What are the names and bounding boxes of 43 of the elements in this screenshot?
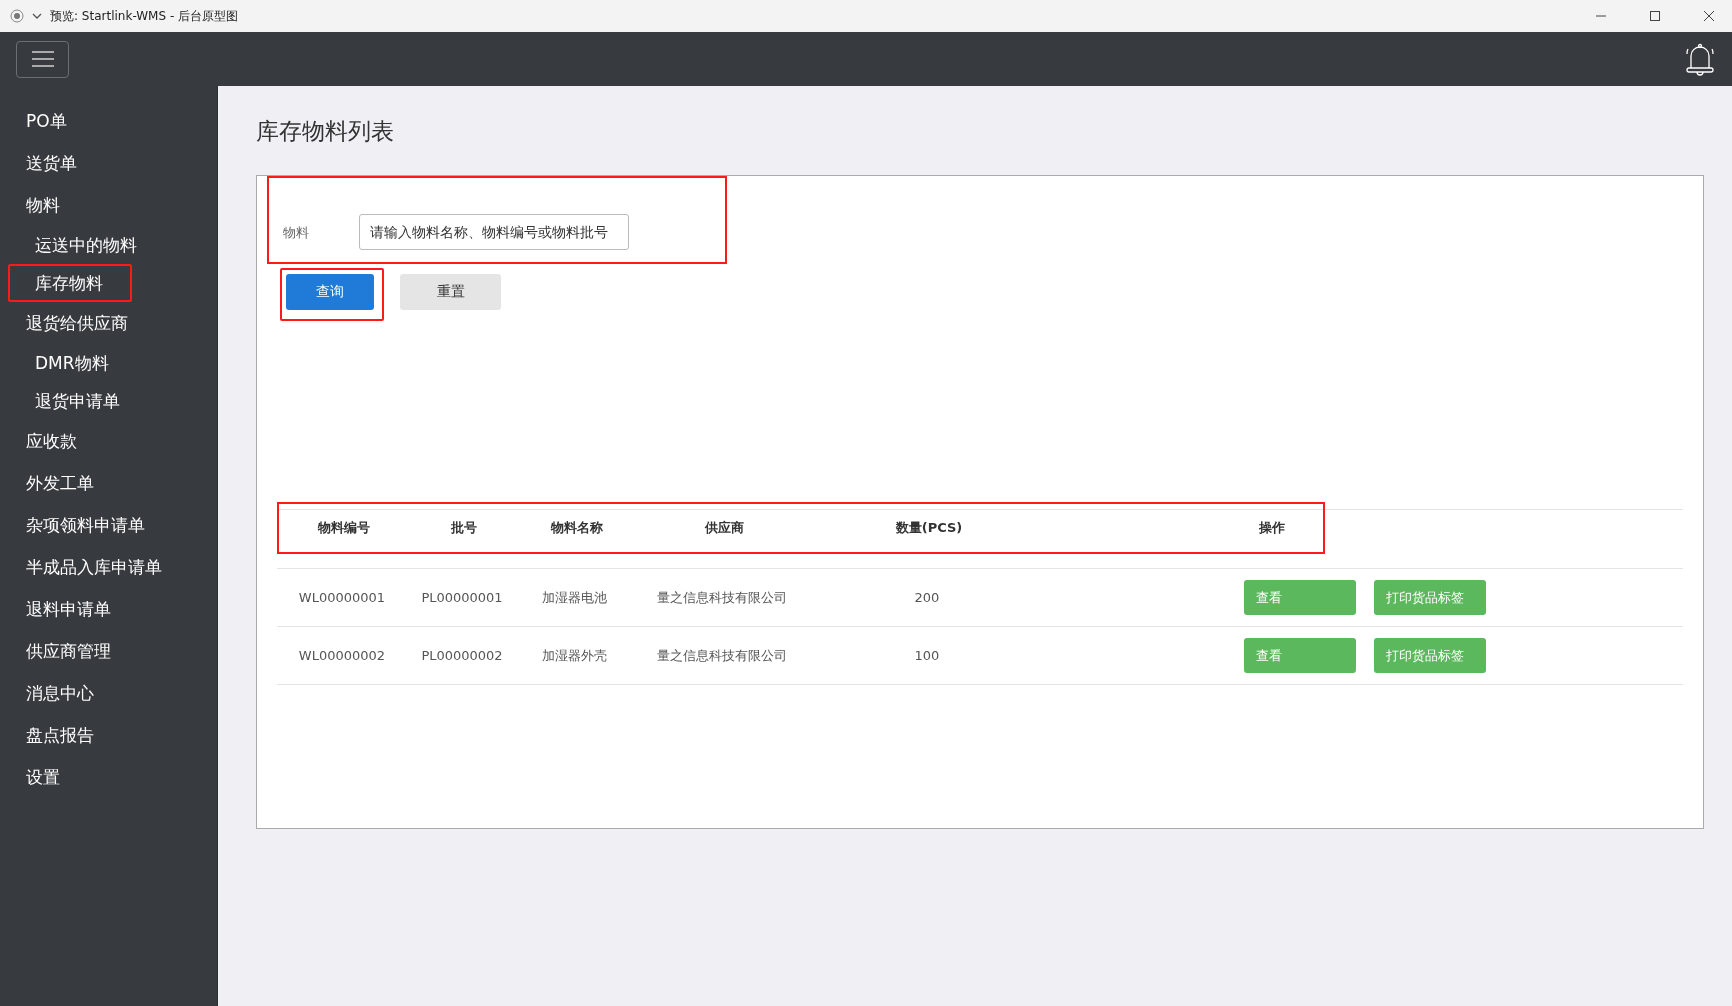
sidebar-item[interactable]: 退货给供应商 [8,302,130,344]
column-header: 操作 [1259,519,1286,537]
sidebar-item[interactable]: 送货单 [8,142,79,184]
sidebar-item[interactable]: 杂项领料申请单 [8,504,147,546]
table-cell-text: 量之信息科技有限公司 [656,646,788,665]
table-cell-text: PL00000002 [420,648,504,663]
column-header: 供应商 [703,519,745,537]
sidebar-item[interactable]: 供应商管理 [8,630,113,672]
table-cell-text: 200 [913,590,941,605]
sidebar-item[interactable]: 运送中的物料 [8,226,139,264]
table-cell-text: PL00000001 [420,590,504,605]
sidebar-item[interactable]: 半成品入库申请单 [8,546,164,588]
sidebar-item[interactable]: 消息中心 [8,672,96,714]
sidebar-item[interactable]: DMR物料 [8,344,111,382]
sidebar-item[interactable]: 退货申请单 [8,382,122,420]
chevron-down-icon[interactable] [32,12,42,20]
search-field[interactable]: 请输入物料名称、物料编号或物料批号 [359,214,629,250]
sidebar-item[interactable]: 库存物料 [8,264,132,302]
table-cell-text: WL00000001 [297,590,387,605]
sidebar-item[interactable]: 物料 [8,184,62,226]
page-title: 库存物料列表 [256,117,395,146]
sidebar-item[interactable]: PO单 [8,100,69,142]
table-cell-text: 量之信息科技有限公司 [656,588,788,607]
field-label: 物料 [283,224,309,242]
sidebar-item[interactable]: 盘点报告 [8,714,96,756]
column-header: 物料名称 [549,519,604,537]
window-title: 预览: Startlink-WMS - 后台原型图 [50,7,240,25]
column-header: 数量(PCS) [894,519,964,537]
query-button[interactable]: 查询 [286,274,374,310]
table-cell-text: 100 [913,648,941,663]
table-cell-text: WL00000002 [297,648,387,663]
table-cell-text: 加湿器电池 [541,588,608,607]
column-header: 物料编号 [317,519,371,537]
sidebar-item[interactable]: 退料申请单 [8,588,113,630]
sidebar-item[interactable]: 应收款 [8,420,79,462]
table-cell-text: 加湿器外壳 [541,646,608,665]
sidebar-item[interactable]: 外发工单 [8,462,96,504]
radio-icon [10,9,24,23]
reset-button[interactable]: 重置 [400,274,501,310]
sidebar-item[interactable]: 设置 [8,756,62,798]
menu-icon [30,50,55,68]
column-header: 批号 [450,519,478,537]
menu-button[interactable] [16,40,69,78]
